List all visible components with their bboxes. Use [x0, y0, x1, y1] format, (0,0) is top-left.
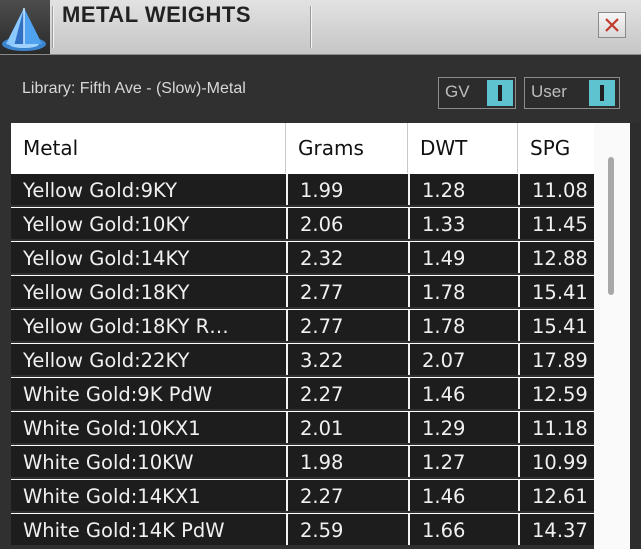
- pyramid-scale-icon: [0, 0, 50, 54]
- cell-spg: 11.18: [532, 417, 588, 440]
- table-row[interactable]: Yellow Gold:22KY 3.22 2.07 17.89: [11, 343, 594, 375]
- cell-grams: 2.77: [288, 276, 410, 307]
- title-bar[interactable]: METAL WEIGHTS: [0, 0, 641, 55]
- close-x-icon: [605, 18, 619, 32]
- cell-dwt: 1.46: [410, 480, 520, 511]
- table-row[interactable]: White Gold:10KW 1.98 1.27 10.99: [11, 445, 594, 477]
- cell-grams: 2.32: [288, 242, 410, 273]
- gv-toggle[interactable]: GV: [438, 77, 516, 109]
- gv-toggle-label: GV: [445, 82, 470, 101]
- cell-metal: White Gold:14K PdW: [11, 514, 288, 545]
- cell-metal: White Gold:14KX1: [11, 480, 288, 511]
- cell-metal: White Gold:10KW: [11, 446, 288, 477]
- table-row[interactable]: Yellow Gold:18KY R… 2.77 1.78 15.41: [11, 309, 594, 341]
- cell-grams: 2.01: [288, 412, 410, 443]
- cell-spg: 11.08: [532, 179, 588, 202]
- cell-grams: 2.77: [288, 310, 410, 341]
- cell-spg: 14.37: [532, 519, 588, 542]
- cell-spg: 12.61: [532, 485, 588, 508]
- cell-grams: 2.27: [288, 480, 410, 511]
- column-header-grams[interactable]: Grams: [286, 123, 408, 173]
- cell-metal: White Gold:10KX1: [11, 412, 288, 443]
- cell-spg: 12.88: [532, 247, 588, 270]
- column-header-dwt[interactable]: DWT: [408, 123, 518, 173]
- column-header-spg[interactable]: SPG: [518, 123, 594, 173]
- cell-spg: 17.89: [532, 349, 588, 372]
- cell-dwt: 1.78: [410, 276, 520, 307]
- cell-dwt: 1.29: [410, 412, 520, 443]
- table-row[interactable]: Yellow Gold:14KY 2.32 1.49 12.88: [11, 241, 594, 273]
- title-separator: [52, 6, 53, 48]
- metal-weights-table: Metal Grams DWT SPG Yellow Gold:9KY 1.99 1…: [11, 123, 594, 549]
- window-edge: [630, 123, 641, 549]
- table-row[interactable]: Yellow Gold:18KY 2.77 1.78 15.41: [11, 275, 594, 307]
- cell-dwt: 1.33: [410, 208, 520, 239]
- library-label: Library: Fifth Ave - (Slow)-Metal: [22, 80, 246, 97]
- table-row[interactable]: White Gold:14K PdW 2.59 1.66 14.37: [11, 513, 594, 545]
- library-bar: Library: Fifth Ave - (Slow)-Metal GV Use…: [0, 55, 641, 123]
- cell-spg: 15.41: [532, 281, 588, 304]
- scrollbar-thumb[interactable]: [608, 157, 614, 295]
- toggle-on-indicator-icon: [487, 80, 513, 106]
- cell-metal: Yellow Gold:14KY: [11, 242, 288, 273]
- cell-spg: 12.59: [532, 383, 588, 406]
- cell-grams: 2.06: [288, 208, 410, 239]
- cell-dwt: 2.07: [410, 344, 520, 375]
- title-separator: [310, 6, 311, 48]
- table-row[interactable]: Yellow Gold:9KY 1.99 1.28 11.08: [11, 173, 594, 205]
- cell-grams: 1.99: [288, 174, 410, 205]
- cell-spg: 10.99: [532, 451, 588, 474]
- cell-grams: 2.27: [288, 378, 410, 409]
- cell-dwt: 1.46: [410, 378, 520, 409]
- table-row[interactable]: White Gold:10KX1 2.01 1.29 11.18: [11, 411, 594, 443]
- table-row[interactable]: White Gold:9K PdW 2.27 1.46 12.59: [11, 377, 594, 409]
- column-header-metal[interactable]: Metal: [11, 123, 286, 173]
- cell-grams: 3.22: [288, 344, 410, 375]
- user-toggle-label: User: [531, 82, 567, 101]
- cell-grams: 2.59: [288, 514, 410, 545]
- cell-metal: Yellow Gold:10KY: [11, 208, 288, 239]
- cell-dwt: 1.27: [410, 446, 520, 477]
- cell-grams: 1.98: [288, 446, 410, 477]
- cell-dwt: 1.78: [410, 310, 520, 341]
- table-header: Metal Grams DWT SPG: [11, 123, 594, 173]
- cell-metal: Yellow Gold:9KY: [11, 174, 288, 205]
- cell-metal: White Gold:9K PdW: [11, 378, 288, 409]
- cell-dwt: 1.28: [410, 174, 520, 205]
- metal-weights-window: METAL WEIGHTS Library: Fifth Ave - (Slow…: [0, 0, 641, 549]
- table-row[interactable]: Yellow Gold:10KY 2.06 1.33 11.45: [11, 207, 594, 239]
- cell-metal: Yellow Gold:18KY: [11, 276, 288, 307]
- toggle-on-indicator-icon: [589, 80, 615, 106]
- cell-spg: 11.45: [532, 213, 588, 236]
- close-button[interactable]: [598, 12, 626, 38]
- cell-spg: 15.41: [532, 315, 588, 338]
- user-toggle[interactable]: User: [524, 77, 620, 109]
- cell-metal: Yellow Gold:18KY R…: [11, 310, 288, 341]
- window-title: METAL WEIGHTS: [62, 2, 252, 27]
- table-row[interactable]: White Gold:14KX1 2.27 1.46 12.61: [11, 479, 594, 511]
- cell-metal: Yellow Gold:22KY: [11, 344, 288, 375]
- cell-dwt: 1.66: [410, 514, 520, 545]
- cell-dwt: 1.49: [410, 242, 520, 273]
